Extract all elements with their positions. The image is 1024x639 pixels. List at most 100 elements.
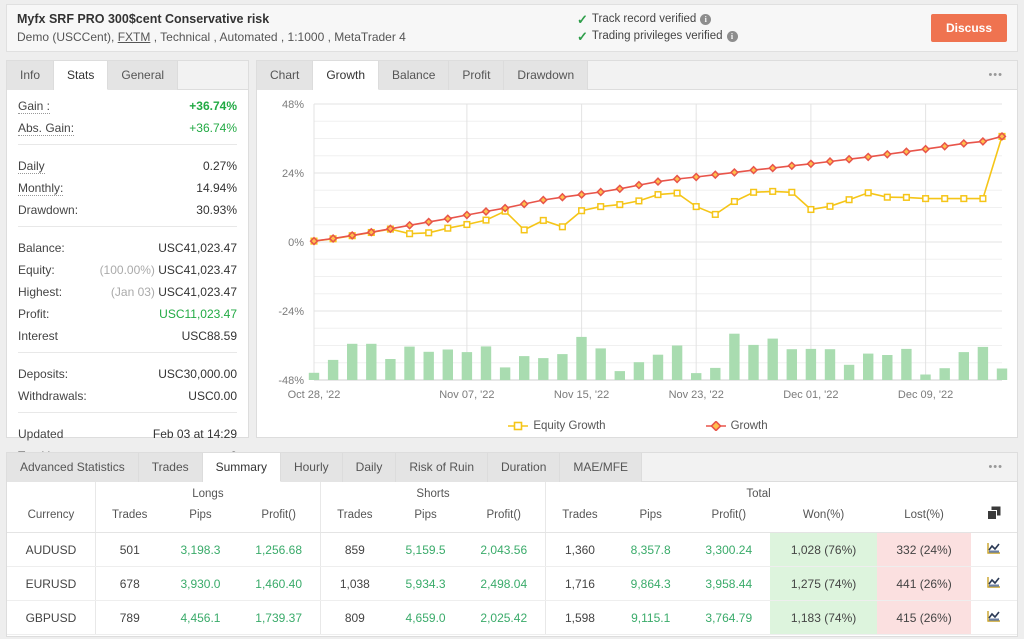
group-header-actions [971,482,1017,503]
x-tick-label: Nov 07, '22 [439,389,494,401]
stats-row: Gain :+36.74% [7,95,248,117]
col-currency[interactable]: Currency [7,503,95,533]
series-marker [464,222,470,228]
series-marker [426,230,432,236]
stats-group: Deposits:USC30,000.00Withdrawals:USC0.00 [7,358,248,407]
stats-row-value: +36.74% [189,121,237,135]
short-pips-cell: 5,159.5 [389,533,463,567]
tab-duration[interactable]: Duration [488,453,560,482]
tab-balance[interactable]: Balance [379,61,449,90]
tab-risk-of-ruin[interactable]: Risk of Ruin [396,453,488,482]
stats-row-label[interactable]: Gain : [18,99,50,114]
tab-hourly[interactable]: Hourly [281,453,343,482]
chart-menu-icon[interactable]: ••• [974,61,1017,89]
series-marker [617,202,623,208]
series-marker [751,190,757,196]
line-chart-icon [987,610,1001,622]
tab-trades[interactable]: Trades [139,453,203,482]
col-long-trades[interactable]: Trades [95,503,163,533]
tab-stats[interactable]: Stats [54,61,108,90]
table-row[interactable]: EURUSD6783,930.01,460.401,0385,934.32,49… [7,567,1017,601]
stats-row-label: Equity: [18,263,55,277]
stats-row-label: Withdrawals: [18,389,87,403]
series-marker [789,190,795,196]
table-row[interactable]: GBPUSD7894,456.11,739.378094,659.02,025.… [7,601,1017,635]
col-short-trades[interactable]: Trades [320,503,388,533]
total-profit-cell: 3,300.24 [688,533,770,567]
legend-item-equity-growth[interactable]: Equity Growth [508,420,605,432]
series-marker [846,197,852,203]
series-marker [865,154,872,161]
series-marker [693,204,699,210]
x-tick-label: Oct 28, '22 [288,389,341,401]
verification-list: ✓ Track record verified i ✓ Trading priv… [567,11,931,45]
volume-bar [615,371,625,380]
line-chart-icon [987,542,1001,554]
volume-bar [557,354,567,380]
short-trades-cell: 809 [320,601,388,635]
tab-info[interactable]: Info [7,61,54,90]
tab-summary[interactable]: Summary [203,453,281,482]
col-total-profit[interactable]: Profit() [688,503,770,533]
tab-advanced-statistics[interactable]: Advanced Statistics [7,453,139,482]
stats-row-label: Updated [18,427,63,441]
tab-drawdown[interactable]: Drawdown [504,61,588,90]
volume-bar [519,356,529,380]
col-short-profit[interactable]: Profit() [462,503,545,533]
volume-bar [978,347,988,380]
stats-row-value: 0.27% [203,159,237,173]
col-lost-pct[interactable]: Lost(%) [877,503,971,533]
group-header-total: Total [546,482,971,503]
info-icon[interactable]: i [700,14,711,25]
col-copy-icon[interactable] [971,503,1017,533]
legend-item-growth[interactable]: Growth [706,420,768,432]
long-trades-cell: 501 [95,533,163,567]
tab-chart[interactable]: Chart [257,61,313,90]
col-total-trades[interactable]: Trades [546,503,614,533]
row-chart-button[interactable] [971,567,1017,601]
row-chart-button[interactable] [971,601,1017,635]
series-marker [521,201,528,208]
row-chart-button[interactable] [971,533,1017,567]
stats-row-prefix: (Jan 03) [111,285,158,299]
tab-general[interactable]: General [108,61,178,90]
discuss-button[interactable]: Discuss [931,14,1007,42]
account-header: Myfx SRF PRO 300$cent Conservative risk … [6,4,1018,52]
series-marker [425,219,432,226]
series-marker [483,208,490,215]
series-marker [770,189,776,195]
col-long-profit[interactable]: Profit() [237,503,320,533]
long-pips-cell: 4,456.1 [164,601,238,635]
stats-row-label: Profit: [18,307,49,321]
chart-panel: Chart Growth Balance Profit Drawdown •••… [256,60,1018,438]
legend-marker-square-icon [508,421,528,431]
stats-row-value: (100.00%) USC41,023.47 [100,263,237,277]
stats-divider [18,412,237,413]
col-won-pct[interactable]: Won(%) [770,503,877,533]
table-row[interactable]: AUDUSD5013,198.31,256.688595,159.52,043.… [7,533,1017,567]
stats-row-label[interactable]: Monthly: [18,181,63,196]
account-meta-rest: , Technical , Automated , 1:1000 , MetaT… [150,30,405,44]
col-total-pips[interactable]: Pips [614,503,688,533]
stats-row-label[interactable]: Daily [18,159,45,174]
chart-tabbar: Chart Growth Balance Profit Drawdown ••• [257,61,1017,90]
tab-growth[interactable]: Growth [313,61,379,90]
table-menu-icon[interactable]: ••• [974,453,1017,481]
volume-bar [863,354,873,380]
series-marker [827,204,833,210]
tab-mae-mfe[interactable]: MAE/MFE [560,453,642,482]
tab-profit[interactable]: Profit [449,61,504,90]
col-long-pips[interactable]: Pips [164,503,238,533]
short-pips-cell: 5,934.3 [389,567,463,601]
broker-link[interactable]: FXTM [118,30,151,44]
series-marker [674,176,681,183]
y-tick-label: -48% [278,375,304,387]
series-marker [406,222,413,229]
info-icon[interactable]: i [727,31,738,42]
volume-bar [347,344,357,380]
series-marker [903,148,910,155]
col-short-pips[interactable]: Pips [389,503,463,533]
stats-row: Equity: (100.00%) USC41,023.47 [7,259,248,281]
tab-daily[interactable]: Daily [343,453,397,482]
stats-row-label[interactable]: Abs. Gain: [18,121,74,136]
